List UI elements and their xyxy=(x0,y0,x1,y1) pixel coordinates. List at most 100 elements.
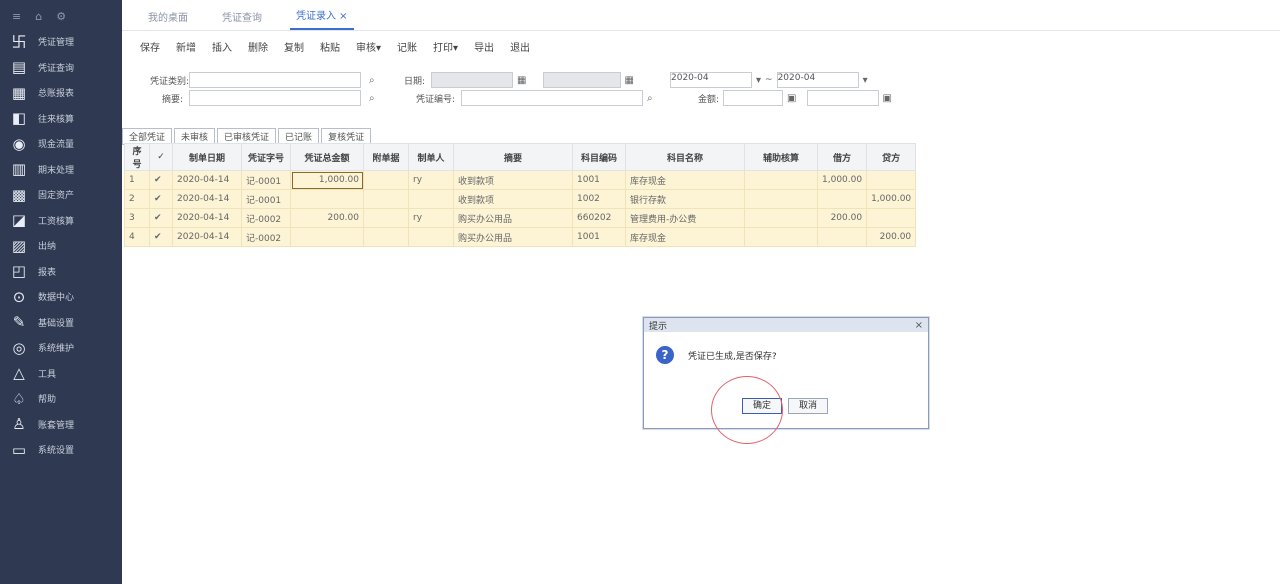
cancel-button[interactable]: 取消 xyxy=(788,398,828,414)
toolbar-button[interactable]: 记账 xyxy=(397,39,417,57)
table-cell[interactable] xyxy=(816,189,868,209)
table-cell[interactable] xyxy=(290,189,364,209)
sidebar-item[interactable]: ◉ 现金流量 xyxy=(0,131,122,157)
table-cell[interactable]: 记-0001 xyxy=(241,189,291,209)
sidebar-item[interactable]: ⊙ 数据中心 xyxy=(0,284,122,310)
sidebar-item[interactable]: ✎ 基础设置 xyxy=(0,310,122,336)
sidebar-item[interactable]: ♙ 账套管理 xyxy=(0,412,122,438)
table-cell[interactable]: 2020-04-14 xyxy=(172,227,242,247)
table-cell[interactable]: 200.00 xyxy=(290,208,364,228)
table-cell[interactable]: 1001 xyxy=(572,227,626,247)
sidebar-item[interactable]: ▨ 出纳 xyxy=(0,233,122,259)
toolbar-button[interactable]: 插入 xyxy=(212,39,232,57)
table-cell[interactable] xyxy=(408,227,454,247)
table-cell[interactable]: 记-0002 xyxy=(241,227,291,247)
table-cell[interactable]: ✔ xyxy=(149,189,173,209)
amount-to-input[interactable] xyxy=(806,90,879,106)
close-icon[interactable]: × xyxy=(915,320,923,331)
table-cell[interactable]: 1002 xyxy=(572,189,626,209)
table-cell[interactable] xyxy=(744,227,818,247)
table-cell[interactable]: 1 xyxy=(124,170,150,190)
table-cell[interactable]: 1,000.00 xyxy=(290,170,364,190)
table-cell[interactable] xyxy=(866,208,917,228)
toolbar-button[interactable]: 导出 xyxy=(474,39,494,57)
sidebar-item[interactable]: 卐凭证管理 xyxy=(0,29,122,55)
table-cell[interactable] xyxy=(290,227,364,247)
toolbar-button[interactable]: 删除 xyxy=(248,39,268,57)
tab-voucher-query[interactable]: 凭证查询 xyxy=(216,9,268,30)
search-icon[interactable]: ⌕ xyxy=(369,75,375,86)
calendar-icon[interactable]: ▦ xyxy=(517,75,526,86)
table-cell[interactable]: 3 xyxy=(124,208,150,228)
table-cell[interactable] xyxy=(408,189,454,209)
sidebar-item[interactable]: ▤ 凭证查询 xyxy=(0,55,122,81)
chevron-down-icon[interactable]: ▾ xyxy=(756,75,761,86)
sidebar-item[interactable]: ◧ 往来核算 xyxy=(0,106,122,132)
table-cell[interactable]: 收到款项 xyxy=(453,170,573,190)
toolbar-button[interactable]: 打印▾ xyxy=(433,39,458,57)
table-cell[interactable]: 库存现金 xyxy=(625,227,745,247)
amount-from-input[interactable] xyxy=(723,90,784,106)
toolbar-button[interactable]: 审核▾ xyxy=(356,39,381,57)
sidebar-item[interactable]: ▩ 固定资产 xyxy=(0,182,122,208)
column-header[interactable]: 制单日期 xyxy=(172,143,242,171)
table-cell[interactable] xyxy=(744,189,818,209)
table-cell[interactable]: 1,000.00 xyxy=(816,170,868,190)
toolbar-button[interactable]: 退出 xyxy=(510,39,530,57)
calculator-icon[interactable]: ▣ xyxy=(883,93,892,104)
toolbar-button[interactable]: 粘贴 xyxy=(320,39,340,57)
table-row[interactable]: 2 ✔ 2020-04-14 记-0001 收到款项 1002 银行存款 1,000.00 xyxy=(124,189,917,209)
column-header[interactable]: 摘要 xyxy=(453,143,573,171)
voucher-type-input[interactable] xyxy=(189,72,362,88)
table-row[interactable]: 3 ✔ 2020-04-14 记-0002 200.00 ry 购买办公用品 660202 管理… xyxy=(124,208,917,228)
column-header[interactable]: 科目名称 xyxy=(625,143,745,171)
table-row[interactable]: 4 ✔ 2020-04-14 记-0002 购买办公用品 1001 库存现金 200.00 xyxy=(124,227,917,247)
tab-desktop[interactable]: 我的桌面 xyxy=(142,9,194,30)
date-to-input[interactable] xyxy=(542,72,621,88)
table-cell[interactable] xyxy=(363,170,409,190)
table-cell[interactable]: 1,000.00 xyxy=(866,189,917,209)
sidebar-item[interactable]: ♤ 帮助 xyxy=(0,386,122,412)
table-cell[interactable]: 4 xyxy=(124,227,150,247)
table-cell[interactable]: 1001 xyxy=(572,170,626,190)
table-cell[interactable]: 2 xyxy=(124,189,150,209)
toolbar-button[interactable]: 复制 xyxy=(284,39,304,57)
table-cell[interactable]: 2020-04-14 xyxy=(172,208,242,228)
table-cell[interactable]: ✔ xyxy=(149,170,173,190)
calendar-icon[interactable]: ▦ xyxy=(625,75,634,86)
table-cell[interactable]: ry xyxy=(408,208,454,228)
calculator-icon[interactable]: ▣ xyxy=(787,93,796,104)
table-cell[interactable]: ry xyxy=(408,170,454,190)
column-header[interactable]: ✓ xyxy=(149,143,173,171)
table-cell[interactable] xyxy=(866,170,917,190)
toolbar-button[interactable]: 保存 xyxy=(140,39,160,57)
column-header[interactable]: 序号 xyxy=(124,143,150,171)
column-header[interactable]: 借方 xyxy=(816,143,868,171)
table-cell[interactable]: 库存现金 xyxy=(625,170,745,190)
sidebar-item[interactable]: ▦ 总账报表 xyxy=(0,80,122,106)
sidebar-item[interactable]: ◪ 工资核算 xyxy=(0,208,122,234)
column-header[interactable]: 凭证总金额 xyxy=(290,143,364,171)
home-icon[interactable]: ⌂ xyxy=(35,10,42,23)
sidebar-item[interactable]: ▭ 系统设置 xyxy=(0,437,122,463)
settings-icon[interactable]: ⚙ xyxy=(56,10,66,23)
column-header[interactable]: 附单据 xyxy=(363,143,409,171)
table-cell[interactable] xyxy=(363,227,409,247)
voucher-number-input[interactable] xyxy=(461,90,644,106)
table-cell[interactable] xyxy=(744,208,818,228)
column-header[interactable]: 制单人 xyxy=(408,143,454,171)
column-header[interactable]: 凭证字号 xyxy=(241,143,291,171)
table-cell[interactable]: ✔ xyxy=(149,227,173,247)
sidebar-item[interactable]: ▥ 期末处理 xyxy=(0,157,122,183)
table-cell[interactable]: 2020-04-14 xyxy=(172,189,242,209)
sidebar-item[interactable]: ◰ 报表 xyxy=(0,259,122,285)
sidebar-item[interactable]: △ 工具 xyxy=(0,361,122,387)
table-cell[interactable]: 管理费用-办公费 xyxy=(625,208,745,228)
column-header[interactable]: 科目编码 xyxy=(572,143,626,171)
column-header[interactable]: 贷方 xyxy=(866,143,917,171)
search-icon[interactable]: ⌕ xyxy=(647,93,653,104)
table-cell[interactable] xyxy=(816,227,868,247)
table-cell[interactable]: 200.00 xyxy=(816,208,868,228)
table-cell[interactable]: ✔ xyxy=(149,208,173,228)
date-from-input[interactable] xyxy=(431,72,514,88)
